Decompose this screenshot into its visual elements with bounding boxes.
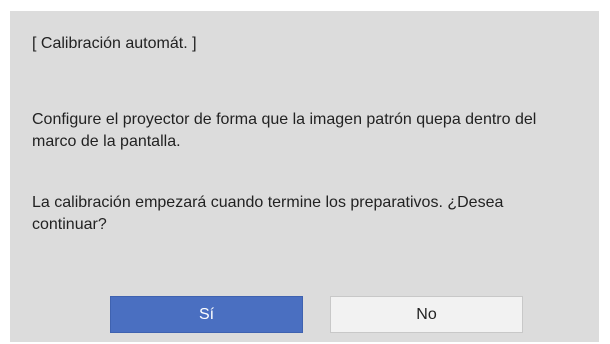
no-button[interactable]: No xyxy=(330,296,523,333)
no-button-label: No xyxy=(416,305,437,323)
instruction-text: Configure el proyector de forma que la i… xyxy=(32,111,537,150)
dialog-title: [ Calibración automát. ] xyxy=(32,35,197,52)
yes-button[interactable]: Sí xyxy=(110,296,303,333)
yes-button-label: Sí xyxy=(198,305,215,323)
calibration-dialog: [ Calibración automát. ] Configure el pr… xyxy=(10,11,599,342)
confirmation-text: La calibración empezará cuando termine l… xyxy=(32,194,504,233)
